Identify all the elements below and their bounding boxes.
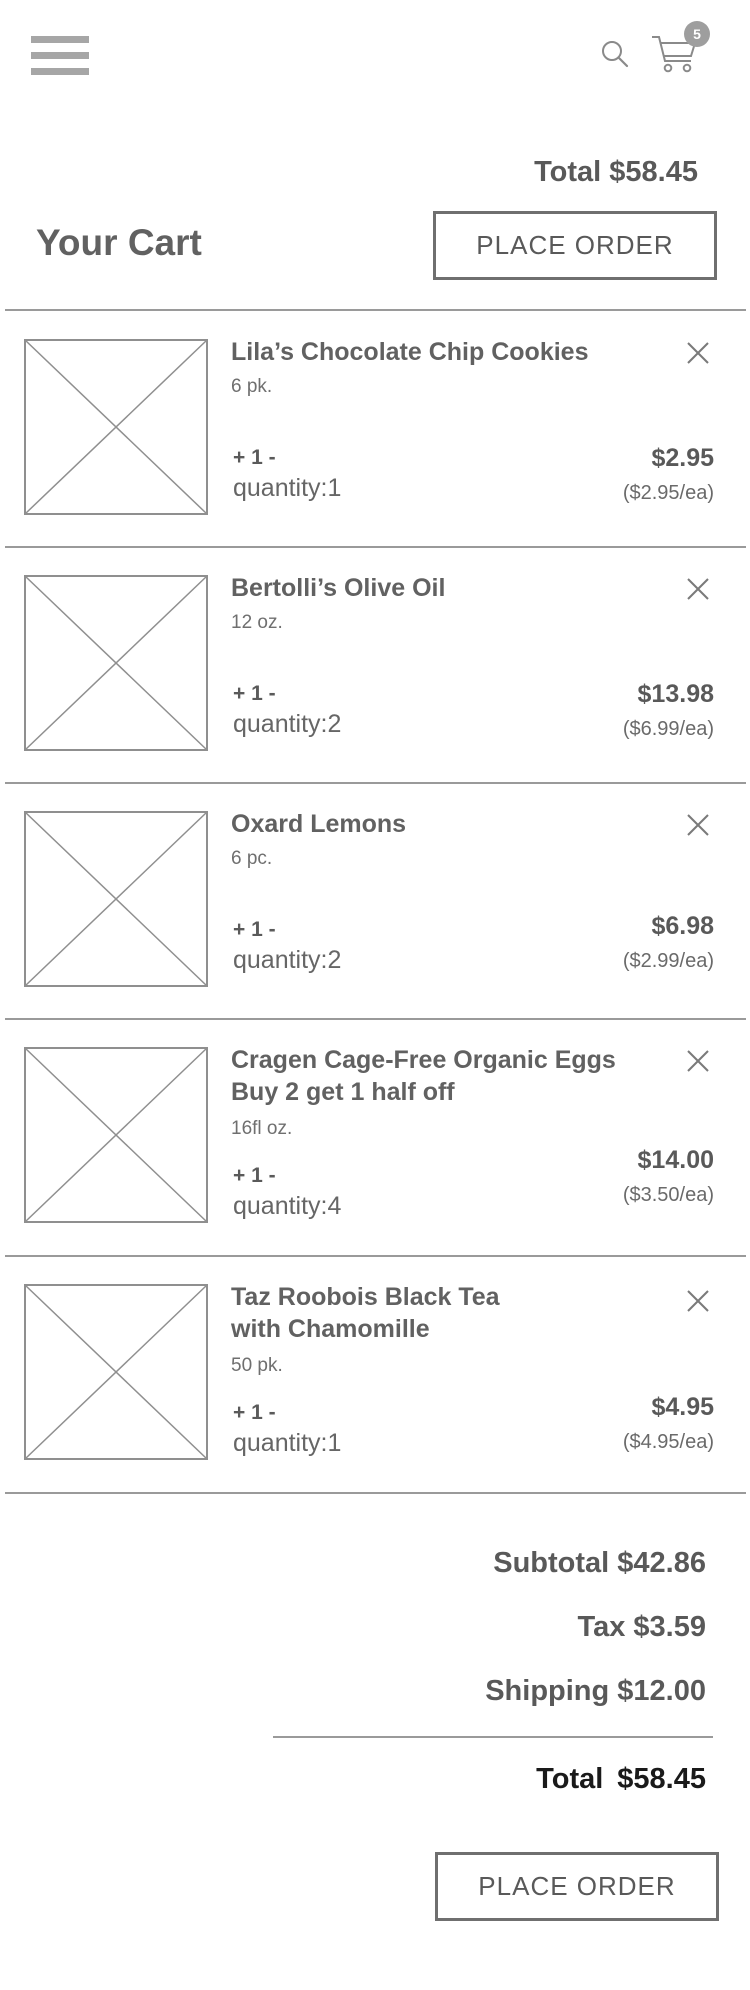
quantity-label: quantity:4 [233,1192,342,1220]
quantity-label: quantity:1 [233,474,342,502]
item-name-line2: Buy 2 get 1 half off [231,1078,455,1106]
menu-icon[interactable] [31,36,89,76]
product-image-placeholder [24,1284,208,1460]
unit-price: ($4.95/ea) [622,1431,714,1453]
summary-divider [273,1736,713,1738]
item-name: Cragen Cage-Free Organic Eggs Buy 2 get … [231,1044,661,1108]
quantity-stepper[interactable]: + 1 - [233,1401,276,1425]
place-order-button-top[interactable]: PLACE ORDER [433,211,717,280]
product-image-placeholder [24,811,208,987]
item-name: Oxard Lemons [231,810,407,838]
item-size: 12 oz. [231,612,283,633]
cart-item: Bertolli’s Olive Oil 12 oz. + 1 - quanti… [0,546,750,782]
cart-total-top: Total $58.45 [534,156,698,188]
item-size: 6 pk. [231,376,273,397]
search-icon[interactable] [601,40,629,68]
item-name-line2: with Chamomille [231,1315,430,1343]
cart-item: Cragen Cage-Free Organic Eggs Buy 2 get … [0,1018,750,1254]
grand-total-label: Total [536,1763,604,1795]
unit-price: ($6.99/ea) [622,718,714,740]
item-price: $2.95 [651,444,714,472]
shipping: Shipping $12.00 [485,1675,706,1707]
unit-price: ($3.50/ea) [622,1184,714,1206]
page-title: Your Cart [36,222,202,263]
cart-count-badge: 5 [684,21,710,47]
grand-total: Total $58.45 [536,1763,706,1796]
item-name-line1: Cragen Cage-Free Organic Eggs [231,1046,616,1074]
divider [5,1492,746,1494]
grand-total-value: $58.45 [617,1763,706,1795]
cart-item: Lila’s Chocolate Chip Cookies 6 pk. + 1 … [0,310,750,546]
item-name-line1: Taz Roobois Black Tea [231,1283,500,1311]
product-image-placeholder [24,575,208,751]
item-price: $6.98 [651,912,714,940]
item-name: Taz Roobois Black Tea with Chamomille [231,1281,661,1345]
quantity-label: quantity:2 [233,946,342,974]
item-name: Lila’s Chocolate Chip Cookies [231,338,589,366]
unit-price: ($2.99/ea) [622,950,714,972]
item-size: 6 pc. [231,848,273,869]
remove-item-icon[interactable] [685,1288,711,1314]
cart-item: Taz Roobois Black Tea with Chamomille 50… [0,1255,750,1491]
quantity-stepper[interactable]: + 1 - [233,1164,276,1188]
item-price: $4.95 [651,1393,714,1421]
remove-item-icon[interactable] [685,812,711,838]
item-price: $13.98 [637,680,714,708]
item-name: Bertolli’s Olive Oil [231,574,446,602]
item-price: $14.00 [637,1146,714,1174]
quantity-label: quantity:2 [233,710,342,738]
product-image-placeholder [24,339,208,515]
unit-price: ($2.95/ea) [622,482,714,504]
place-order-button-bottom[interactable]: PLACE ORDER [435,1852,719,1921]
remove-item-icon[interactable] [685,340,711,366]
cart-item: Oxard Lemons 6 pc. + 1 - quantity:2 $6.9… [0,782,750,1018]
item-size: 16fl oz. [231,1118,293,1139]
quantity-stepper[interactable]: + 1 - [233,446,276,470]
remove-item-icon[interactable] [685,1048,711,1074]
quantity-stepper[interactable]: + 1 - [233,682,276,706]
quantity-label: quantity:1 [233,1429,342,1457]
product-image-placeholder [24,1047,208,1223]
remove-item-icon[interactable] [685,576,711,602]
tax: Tax $3.59 [577,1611,706,1643]
item-size: 50 pk. [231,1355,283,1376]
quantity-stepper[interactable]: + 1 - [233,918,276,942]
subtotal: Subtotal $42.86 [493,1547,706,1579]
